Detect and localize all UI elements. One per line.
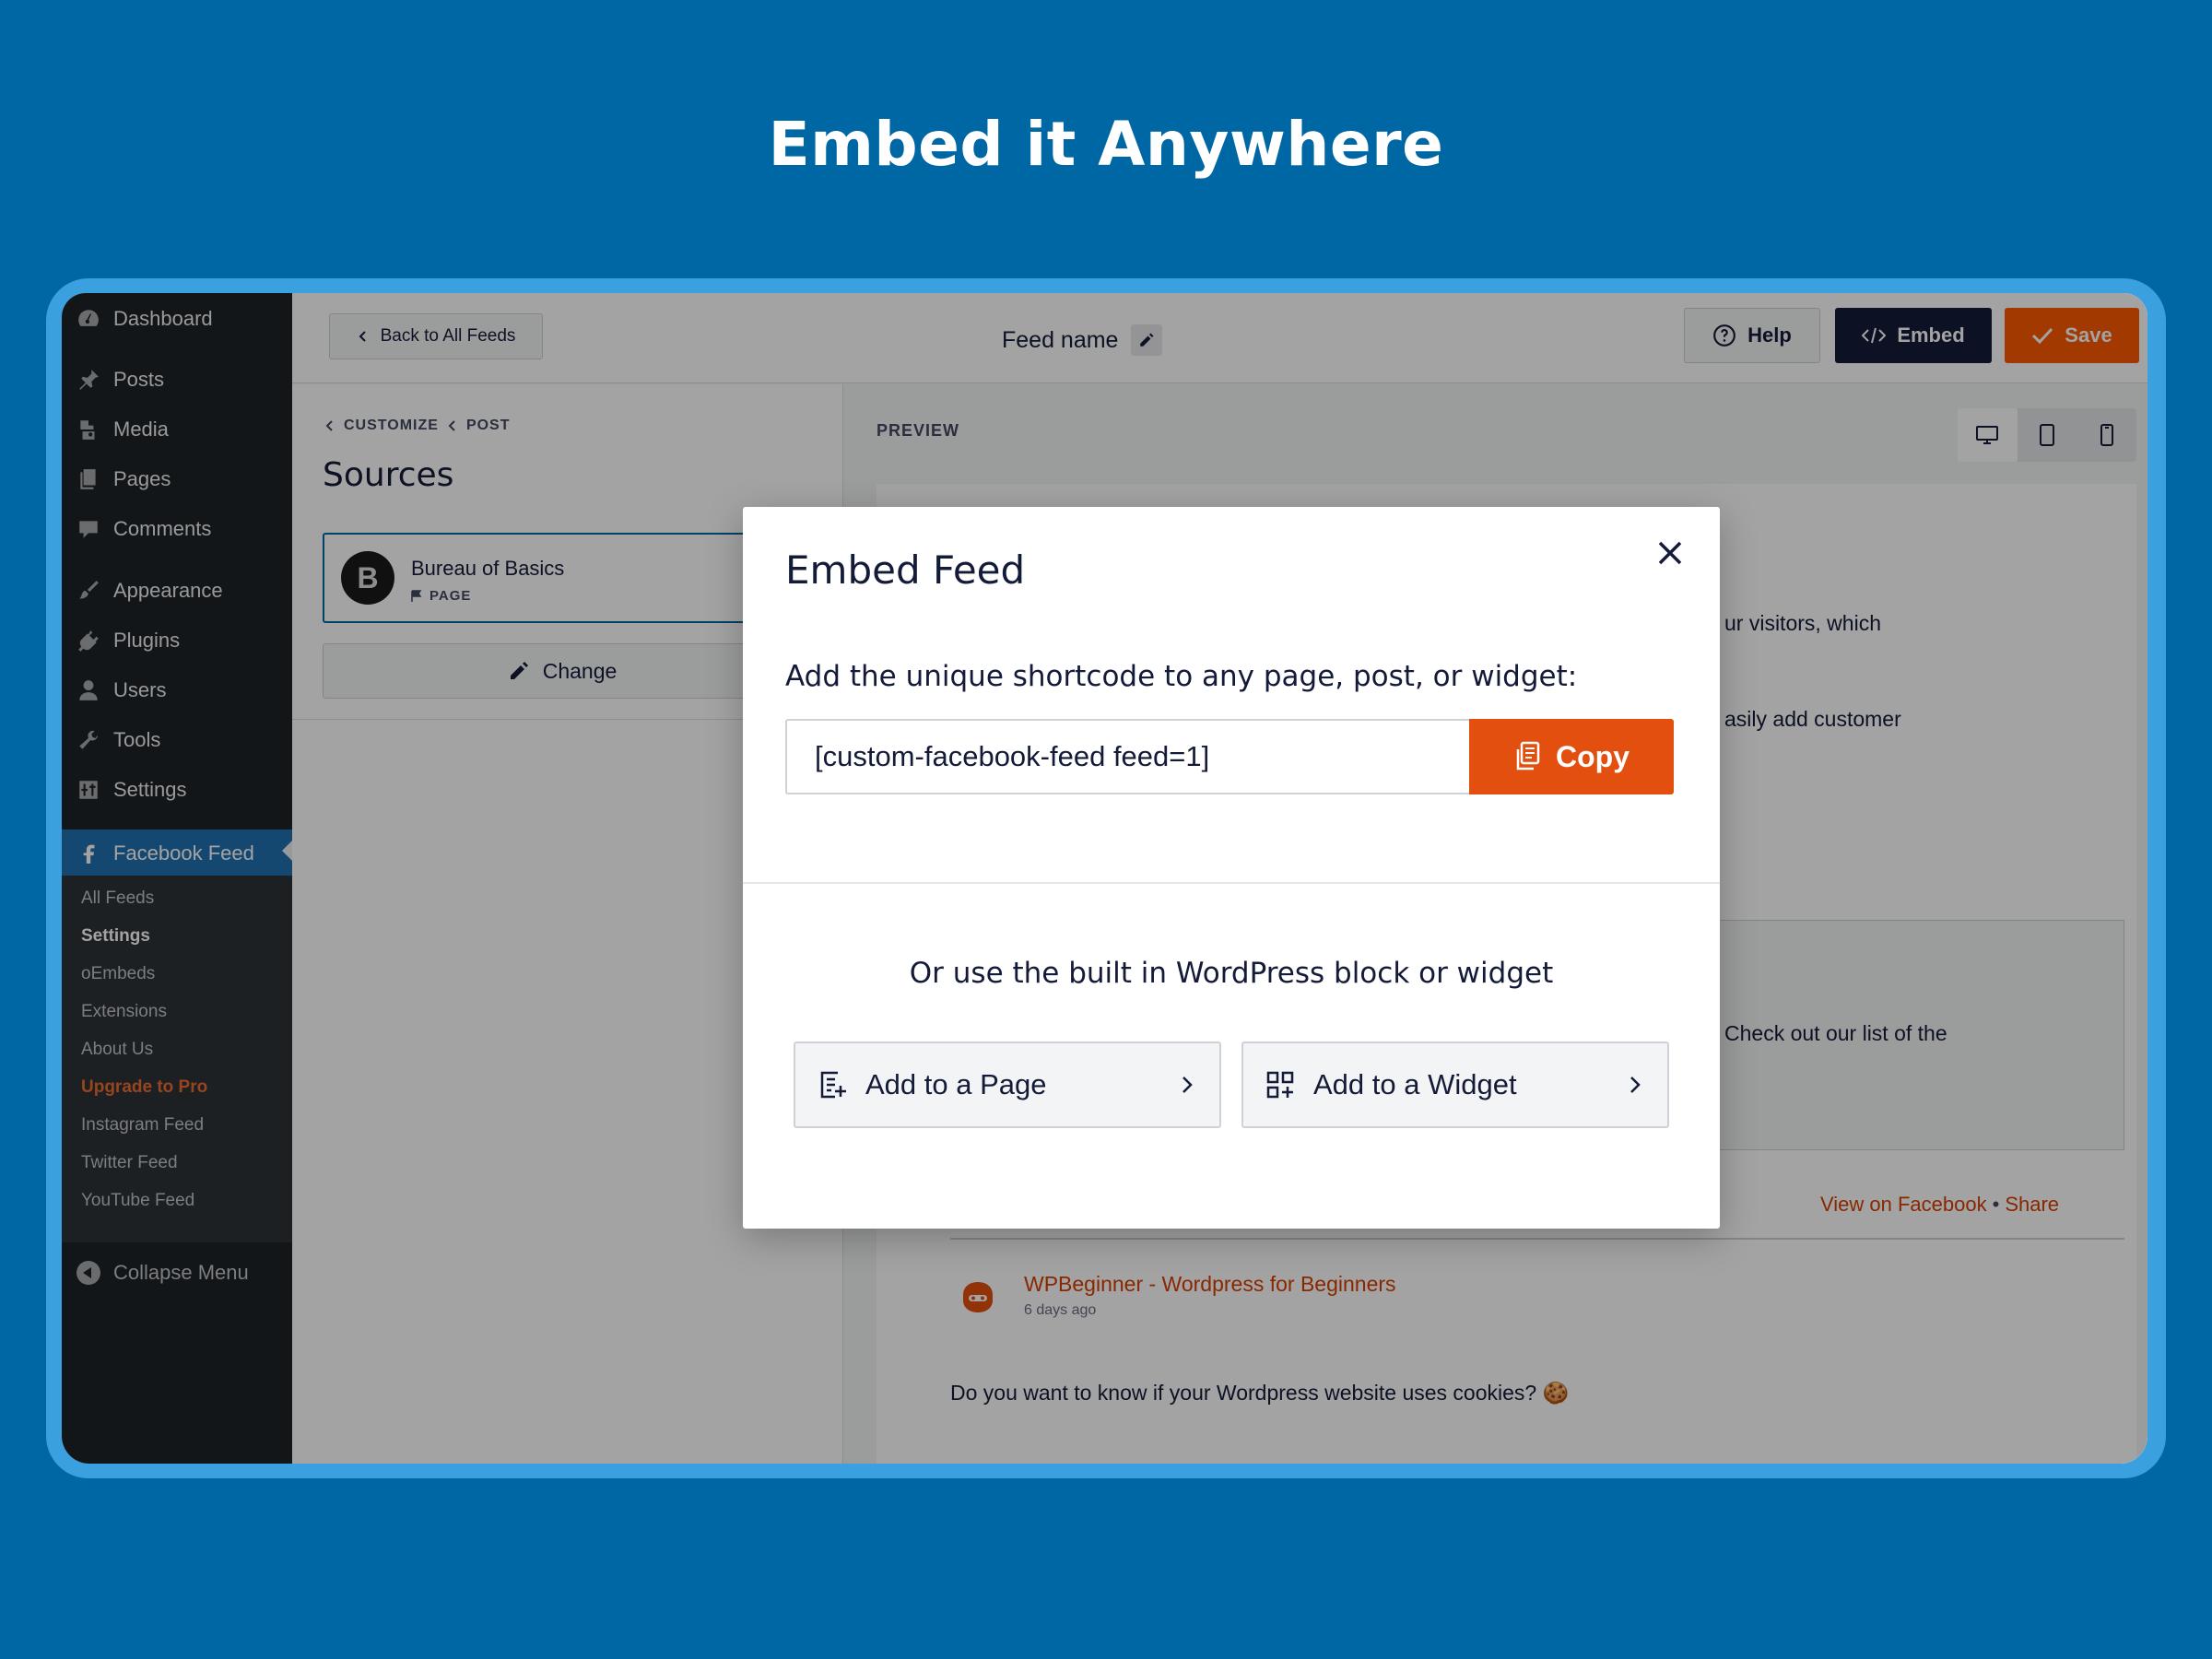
modal-alt-text: Or use the built in WordPress block or w… xyxy=(909,957,1554,990)
add-page-label: Add to a Page xyxy=(865,1068,1047,1100)
close-icon xyxy=(1658,541,1682,565)
chevron-right-icon xyxy=(1182,1077,1193,1093)
modal-instructions: Add the unique shortcode to any page, po… xyxy=(785,660,1578,693)
copy-label: Copy xyxy=(1556,739,1630,773)
add-page-icon xyxy=(818,1070,847,1100)
shortcode-field[interactable] xyxy=(785,719,1471,794)
add-to-widget-button[interactable]: Add to a Widget xyxy=(1241,1041,1669,1128)
close-modal-button[interactable] xyxy=(1652,535,1688,571)
embed-feed-modal: Embed Feed Add the unique shortcode to a… xyxy=(743,507,1720,1229)
add-to-page-button[interactable]: Add to a Page xyxy=(794,1041,1221,1128)
divider xyxy=(743,882,1720,884)
widget-grid-icon xyxy=(1265,1070,1295,1100)
copy-icon xyxy=(1516,741,1540,771)
copy-shortcode-button[interactable]: Copy xyxy=(1469,719,1674,794)
hero-title: Embed it Anywhere xyxy=(768,109,1444,180)
modal-title: Embed Feed xyxy=(785,547,1026,593)
add-widget-label: Add to a Widget xyxy=(1313,1068,1517,1100)
chevron-right-icon xyxy=(1630,1077,1641,1093)
